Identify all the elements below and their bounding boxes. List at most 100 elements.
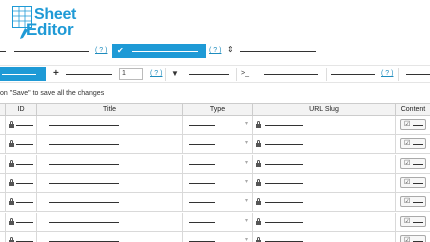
dropdown-caret-icon[interactable]: ▾ xyxy=(245,236,248,242)
url-slug-cell[interactable] xyxy=(253,154,396,173)
dropdown-caret-icon[interactable]: ▾ xyxy=(245,178,248,185)
title-cell[interactable] xyxy=(37,135,183,154)
lock-icon xyxy=(256,236,261,242)
save-button[interactable]: ✔ xyxy=(112,44,206,58)
id-cell[interactable] xyxy=(6,212,37,231)
url-slug-cell[interactable] xyxy=(253,116,396,134)
table-row[interactable]: ▾ ☑ xyxy=(0,231,430,242)
column-header-url-slug[interactable]: URL Slug xyxy=(253,104,396,116)
toolbar-divider xyxy=(236,68,237,81)
dropdown-caret-icon[interactable]: ▾ xyxy=(245,120,248,127)
edit-button-label-placeholder xyxy=(413,144,423,146)
type-value-placeholder xyxy=(189,144,215,146)
column-header-title[interactable]: Title xyxy=(37,104,183,116)
formula-label-placeholder[interactable] xyxy=(264,74,318,75)
edit-icon: ☑ xyxy=(404,236,411,242)
add-rows-label-placeholder xyxy=(66,74,112,75)
id-cell[interactable] xyxy=(6,135,37,154)
table-row[interactable]: ▾ ☑ xyxy=(0,135,430,155)
help-link[interactable]: ( ? ) xyxy=(209,47,221,54)
active-tab-button[interactable] xyxy=(0,67,46,81)
table-row[interactable]: ▾ ☑ xyxy=(0,212,430,232)
edit-content-button[interactable]: ☑ xyxy=(400,119,426,130)
edit-content-button[interactable]: ☑ xyxy=(400,234,426,242)
title-value-placeholder xyxy=(49,221,119,223)
id-value-placeholder xyxy=(16,202,33,204)
id-value-placeholder xyxy=(16,182,33,184)
toolbar-dropdown-placeholder[interactable] xyxy=(14,51,89,52)
content-cell: ☑ xyxy=(396,174,430,192)
dropdown-caret-icon[interactable]: ▾ xyxy=(245,197,248,204)
lock-icon xyxy=(256,198,261,206)
dropdown-caret-icon[interactable]: ▾ xyxy=(245,217,248,224)
add-rows-icon[interactable]: + xyxy=(53,68,59,80)
tool-label-placeholder[interactable] xyxy=(331,74,375,75)
filter-label-placeholder[interactable] xyxy=(189,74,229,75)
title-cell[interactable] xyxy=(37,154,183,173)
url-slug-cell[interactable] xyxy=(253,212,396,231)
id-cell[interactable] xyxy=(6,193,37,212)
action-toolbar: + 1 ( ? ) ▼ >_ ( ? ) xyxy=(0,65,430,83)
id-cell[interactable] xyxy=(6,116,37,134)
column-header-id[interactable]: ID xyxy=(6,104,37,116)
edit-content-button[interactable]: ☑ xyxy=(400,196,426,208)
type-cell[interactable]: ▾ xyxy=(183,116,253,134)
edit-icon: ☑ xyxy=(404,198,411,206)
toolbar-divider xyxy=(165,68,166,81)
edit-icon: ☑ xyxy=(404,217,411,225)
table-row[interactable]: ▾ ☑ xyxy=(0,116,430,135)
id-cell[interactable] xyxy=(6,173,37,192)
terminal-icon[interactable]: >_ xyxy=(241,69,249,79)
type-cell[interactable]: ▾ xyxy=(183,231,253,242)
title-cell[interactable] xyxy=(37,116,183,134)
help-link[interactable]: ( ? ) xyxy=(95,47,107,54)
sheet-editor-logo: Sheet Editor xyxy=(12,4,102,39)
slug-value-placeholder xyxy=(265,182,303,184)
edit-content-button[interactable]: ☑ xyxy=(400,157,426,169)
edit-content-button[interactable]: ☑ xyxy=(400,138,426,150)
type-cell[interactable]: ▾ xyxy=(183,135,253,154)
url-slug-cell[interactable] xyxy=(253,135,396,154)
toolbar-option-placeholder[interactable] xyxy=(240,51,316,52)
url-slug-cell[interactable] xyxy=(253,231,396,242)
column-header-content[interactable]: Content xyxy=(396,104,430,116)
type-cell[interactable]: ▾ xyxy=(183,193,253,212)
sort-icon[interactable]: ⇕ xyxy=(227,45,234,54)
save-button-label-placeholder xyxy=(132,51,198,52)
title-cell[interactable] xyxy=(37,173,183,192)
edit-content-button[interactable]: ☑ xyxy=(400,215,426,227)
tool-label-placeholder[interactable] xyxy=(406,74,430,75)
content-cell: ☑ xyxy=(396,193,430,211)
table-row[interactable]: ▾ ☑ xyxy=(0,193,430,213)
type-cell[interactable]: ▾ xyxy=(183,154,253,173)
slug-value-placeholder xyxy=(265,125,303,126)
dropdown-caret-icon[interactable]: ▾ xyxy=(245,139,248,146)
table-row[interactable]: ▾ ☑ xyxy=(0,173,430,193)
content-cell: ☑ xyxy=(396,155,430,173)
url-slug-cell[interactable] xyxy=(253,173,396,192)
id-cell[interactable] xyxy=(6,154,37,173)
column-header-type[interactable]: Type xyxy=(183,104,253,116)
dropdown-caret-icon[interactable]: ▾ xyxy=(245,159,248,166)
help-link[interactable]: ( ? ) xyxy=(150,70,162,77)
title-value-placeholder xyxy=(49,202,119,204)
id-cell[interactable] xyxy=(6,231,37,242)
help-link[interactable]: ( ? ) xyxy=(381,70,393,77)
edit-icon: ☑ xyxy=(404,178,411,186)
type-cell[interactable]: ▾ xyxy=(183,173,253,192)
content-cell: ☑ xyxy=(396,135,430,153)
table-row[interactable]: ▾ ☑ xyxy=(0,154,430,174)
content-cell: ☑ xyxy=(396,232,430,242)
edit-content-button[interactable]: ☑ xyxy=(400,176,426,188)
url-slug-cell[interactable] xyxy=(253,193,396,212)
id-value-placeholder xyxy=(16,221,33,223)
title-cell[interactable] xyxy=(37,193,183,212)
save-notice: on "Save" to save all the changes xyxy=(0,90,105,97)
title-value-placeholder xyxy=(49,125,119,126)
type-cell[interactable]: ▾ xyxy=(183,212,253,231)
title-cell[interactable] xyxy=(37,212,183,231)
title-cell[interactable] xyxy=(37,231,183,242)
type-value-placeholder xyxy=(189,221,215,223)
rows-count-input[interactable]: 1 xyxy=(119,68,143,80)
filter-icon[interactable]: ▼ xyxy=(171,69,179,79)
